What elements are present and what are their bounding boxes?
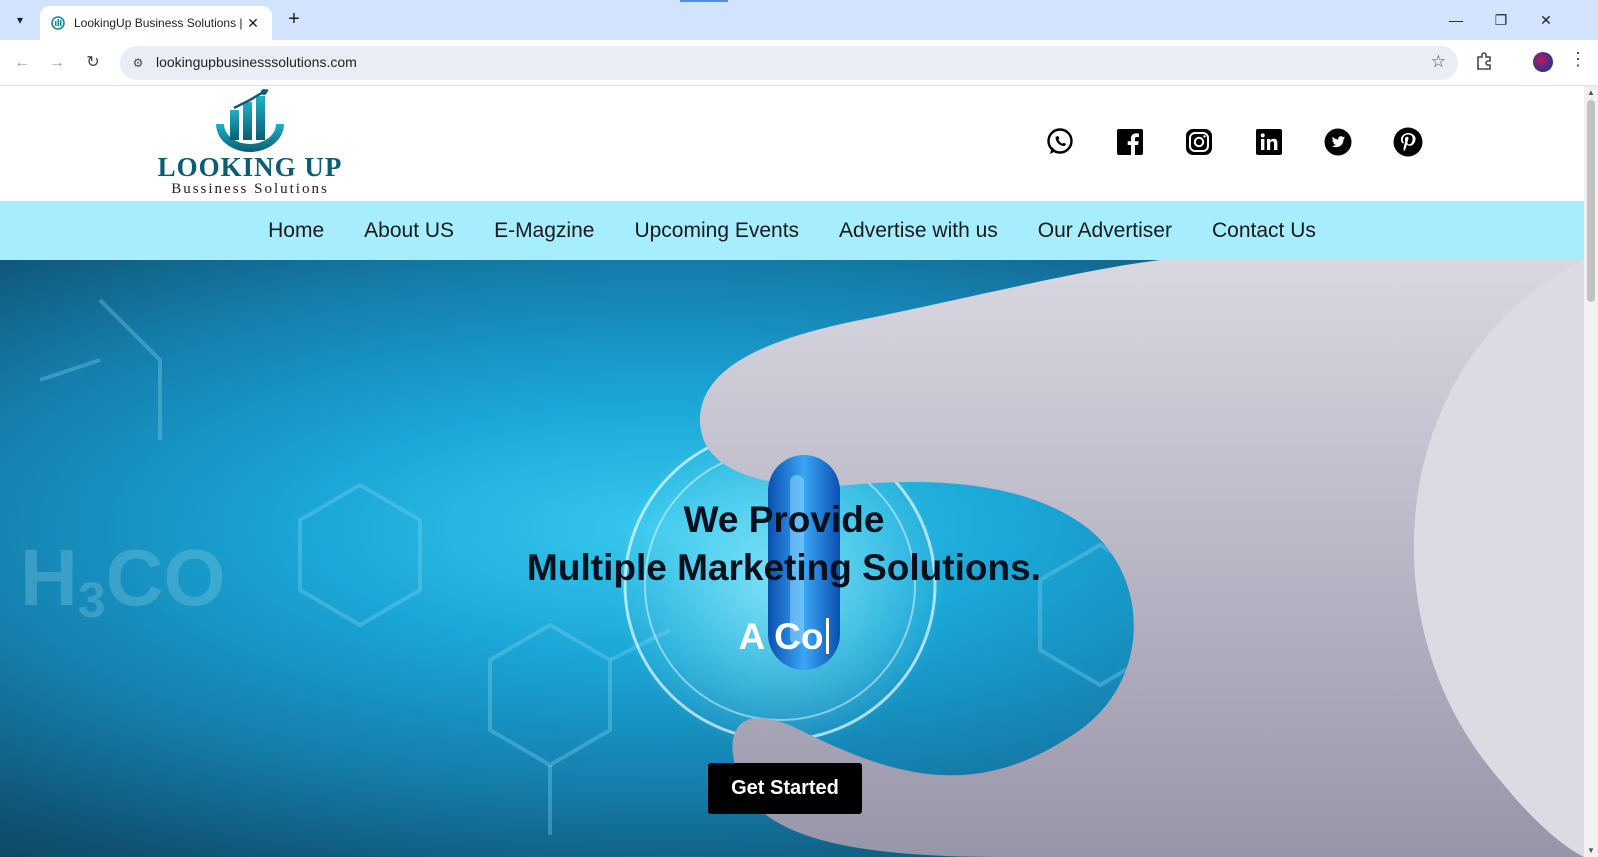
extensions-icon[interactable] (1474, 50, 1498, 74)
instagram-icon[interactable] (1183, 126, 1215, 158)
pinterest-icon[interactable] (1392, 126, 1424, 158)
hero-title-line1: We Provide (683, 499, 885, 540)
logo-tagline: Bussiness Solutions (171, 181, 329, 197)
more-menu-icon[interactable]: ⋮ (1568, 49, 1588, 70)
reload-icon[interactable]: ↻ (79, 49, 107, 77)
page-viewport: LOOKING UP Bussiness Solutions Home Abou… (0, 86, 1584, 857)
site-header: LOOKING UP Bussiness Solutions (0, 86, 1584, 201)
close-icon[interactable]: ✕ (244, 14, 262, 32)
hero-title-line2: Multiple Marketing Solutions. (527, 547, 1041, 588)
scroll-thumb[interactable] (1587, 100, 1595, 302)
hero-banner: H3CO HN We Provide Multiple Marketing So… (0, 260, 1584, 857)
nav-our-advertiser[interactable]: Our Advertiser (1038, 219, 1172, 243)
site-logo[interactable]: LOOKING UP Bussiness Solutions (150, 88, 350, 198)
address-bar[interactable]: ⚙ lookingupbusinesssolutions.com ☆ (120, 46, 1458, 80)
site-info-icon[interactable]: ⚙ (128, 53, 148, 73)
minimize-icon[interactable]: — (1442, 6, 1470, 34)
linkedin-icon[interactable] (1253, 126, 1285, 158)
twitter-icon[interactable] (1322, 126, 1354, 158)
browser-tab[interactable]: LookingUp Business Solutions | ✕ (40, 6, 272, 40)
whatsapp-icon[interactable] (1044, 126, 1076, 158)
tab-title: LookingUp Business Solutions | (74, 16, 243, 30)
typing-cursor (826, 618, 830, 654)
facebook-icon[interactable] (1114, 126, 1146, 158)
scroll-up-icon[interactable]: ▲ (1587, 88, 1595, 97)
back-icon[interactable]: ← (8, 49, 36, 77)
nav-advertise-with-us[interactable]: Advertise with us (839, 219, 998, 243)
plus-icon[interactable]: + (282, 8, 306, 32)
nav-e-magazine[interactable]: E-Magzine (494, 219, 594, 243)
bookmark-star-icon[interactable]: ☆ (1431, 52, 1446, 72)
logo-mark-icon (216, 88, 284, 152)
site-favicon-icon (50, 15, 66, 31)
logo-wordmark: LOOKING UP (157, 152, 343, 182)
forward-icon[interactable]: → (43, 49, 71, 77)
hero-headline: We Provide Multiple Marketing Solutions.… (0, 496, 1568, 660)
main-navigation: Home About US E-Magzine Upcoming Events … (0, 201, 1584, 260)
tab-loading-indicator (680, 0, 728, 2)
scroll-down-icon[interactable]: ▼ (1587, 846, 1595, 855)
nav-contact-us[interactable]: Contact Us (1212, 219, 1316, 243)
browser-toolbar: ← → ↻ ⚙ lookingupbusinesssolutions.com ☆… (0, 40, 1598, 86)
nav-about-us[interactable]: About US (364, 219, 454, 243)
typed-text: A Co (738, 616, 824, 657)
browser-tabstrip: ▾ LookingUp Business Solutions | ✕ + — ❐… (0, 0, 1598, 40)
restore-icon[interactable]: ❐ (1487, 6, 1515, 34)
nav-upcoming-events[interactable]: Upcoming Events (634, 219, 799, 243)
profile-avatar[interactable] (1533, 52, 1553, 72)
close-window-icon[interactable]: ✕ (1532, 6, 1560, 34)
url-text[interactable]: lookingupbusinesssolutions.com (156, 54, 357, 70)
hero-typed-text: A Co (0, 614, 1568, 660)
nav-home[interactable]: Home (268, 219, 324, 243)
page-scrollbar[interactable]: ▲ ▼ (1584, 86, 1598, 857)
social-links (1044, 126, 1461, 158)
get-started-button[interactable]: Get Started (708, 763, 862, 814)
tab-search-icon[interactable]: ▾ (8, 8, 32, 32)
